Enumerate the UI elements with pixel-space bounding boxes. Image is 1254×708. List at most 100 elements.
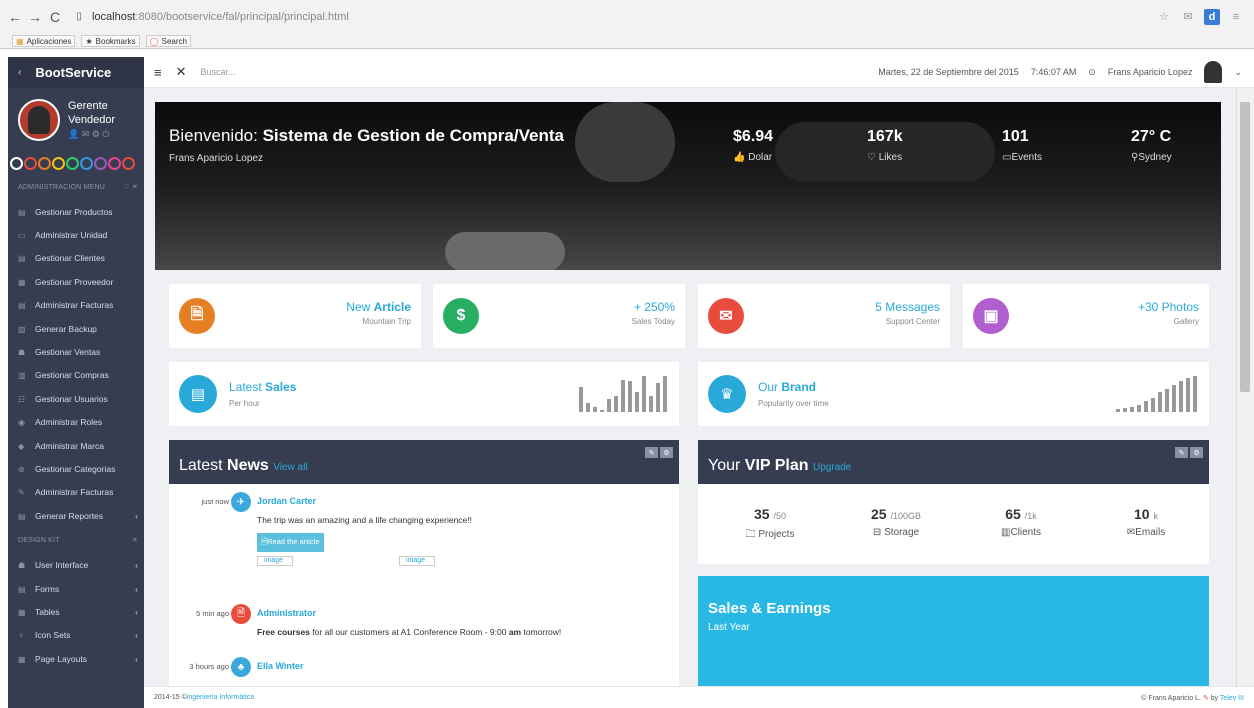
theme-color-circle[interactable] <box>80 156 93 170</box>
chevron-left-icon[interactable]: ‹ <box>18 67 21 78</box>
sidebar-item[interactable]: ☗ Gestionar Ventas <box>8 340 144 363</box>
card-new-article[interactable]: 🗎 New Article Mountain Trip <box>169 284 421 348</box>
chevron-left-icon: ‹ <box>135 653 138 664</box>
sidebar-item[interactable]: ▤ Forms ‹ <box>8 577 144 600</box>
upgrade-link[interactable]: Upgrade <box>813 462 851 473</box>
heart-icon: ♡ <box>867 152 876 163</box>
reload-icon[interactable]: C <box>48 9 62 25</box>
theme-color-circle[interactable] <box>94 156 107 170</box>
sidebar-item[interactable]: ▧ Generar Backup <box>8 317 144 340</box>
bar <box>1179 381 1183 412</box>
sidebar-item[interactable]: ▤ Administrar Facturas <box>8 294 144 317</box>
sidebar-item[interactable]: ▥ Gestionar Compras <box>8 364 144 387</box>
avatar[interactable] <box>18 99 60 141</box>
sidebar-item[interactable]: ♆ Icon Sets ‹ <box>8 624 144 647</box>
bar <box>1137 404 1141 412</box>
news-author[interactable]: Administrator <box>257 608 316 618</box>
bookmark-apps[interactable]: ▦ Aplicaciones <box>12 35 76 47</box>
widget-latest-sales[interactable]: ▤ Latest Sales Per hour <box>169 362 679 426</box>
bookmark-search[interactable]: ◯ Search <box>145 35 191 47</box>
theme-color-circle[interactable] <box>10 156 23 170</box>
card-sales-today[interactable]: $ + 250% Sales Today <box>433 284 685 348</box>
menu-item-icon: ▧ <box>18 324 26 334</box>
search-input[interactable]: Buscar... <box>201 67 236 77</box>
sidebar-item[interactable]: ☗ User Interface ‹ <box>8 553 144 576</box>
scrollbar-thumb[interactable] <box>1240 102 1250 392</box>
news-author[interactable]: Ella Winter <box>257 661 303 671</box>
tools-icon[interactable]: ✕ <box>132 536 138 544</box>
widget-our-brand[interactable]: ♛ Our Brand Popularity over time <box>698 362 1209 426</box>
card-messages[interactable]: ✉ 5 Messages Support Center <box>698 284 950 348</box>
menu-item-icon: ▤ <box>18 584 26 594</box>
envelope-icon: ✉ <box>1126 527 1136 538</box>
bar <box>1130 406 1134 412</box>
theme-color-circle[interactable] <box>108 156 121 170</box>
edit-icon[interactable]: ✎ <box>645 447 658 458</box>
role-1: Gerente <box>68 100 108 112</box>
scrollbar[interactable] <box>1236 88 1254 686</box>
news-author[interactable]: Jordan Carter <box>257 496 316 506</box>
gear-icon[interactable]: ⚙ <box>660 447 673 458</box>
star-icon: ★ <box>85 36 93 46</box>
edit-icon[interactable]: ✎ <box>1175 447 1188 458</box>
back-icon[interactable]: ← <box>8 9 22 25</box>
hdd-icon: ⊟ <box>872 527 882 538</box>
forward-icon[interactable]: → <box>28 9 42 25</box>
user-avatar-icon[interactable] <box>1204 61 1223 83</box>
tools-icon[interactable]: ♡ ✕ <box>123 183 138 191</box>
briefcase-icon: ▤ <box>179 375 217 413</box>
bookmark-bookmarks[interactable]: ★ Bookmarks <box>81 35 140 47</box>
vip-panel-body: 35 /50 🗀 Projects 25 /100GB ⊟ Storage 65 /… <box>698 484 1209 564</box>
sidebar-item[interactable]: ▦ Page Layouts ‹ <box>8 647 144 670</box>
sales-earnings-panel: Sales & Earnings Last Year <box>698 576 1209 686</box>
sidebar-item[interactable]: ✎ Administrar Facturas <box>8 481 144 504</box>
read-article-button[interactable]: 🗎Read the article <box>257 533 324 552</box>
sidebar-item[interactable]: ◉ Administrar Roles <box>8 411 144 434</box>
profile-actions[interactable]: 👤 ✉ ⚙ ⏻ <box>68 127 115 141</box>
sidebar-item[interactable]: ◆ Administrar Marca <box>8 434 144 457</box>
brand[interactable]: ‹ BootService <box>8 57 144 88</box>
card-photos[interactable]: ▣ +30 Photos Gallery <box>963 284 1209 348</box>
theme-color-circle[interactable] <box>52 156 65 170</box>
sidebar-item[interactable]: ▤ Gestionar Productos <box>8 200 144 223</box>
chevron-left-icon: ‹ <box>135 560 138 571</box>
admin-section-title: ADMINISTRACION MENU ♡ ✕ <box>18 183 138 192</box>
user-name[interactable]: Frans Aparicio Lopez <box>1108 67 1193 77</box>
dollar-icon: $ <box>443 298 479 334</box>
url-path: :8080/bootservice/fal/principal/principa… <box>135 10 349 23</box>
document-icon: 🗎 <box>231 604 251 624</box>
sidebar-item[interactable]: ▭ Administrar Unidad <box>8 223 144 246</box>
address-bar[interactable]: ▯ localhost:8080/bootservice/fal/princip… <box>72 5 1156 29</box>
star-icon[interactable]: ☆ <box>1156 9 1172 25</box>
gear-icon[interactable]: ⚙ <box>1190 447 1203 458</box>
sidebar-item[interactable]: ▦ Gestionar Proveedor <box>8 270 144 293</box>
bar <box>1123 407 1127 412</box>
chevron-left-icon: ‹ <box>135 510 138 521</box>
bar <box>1158 392 1162 412</box>
sidebar-item[interactable]: ▤ Generar Reportes ‹ <box>8 504 144 527</box>
theme-color-circle[interactable] <box>122 156 135 170</box>
footer-link[interactable]: ingeniería Informática <box>187 694 254 701</box>
extension-d-icon[interactable]: d <box>1204 8 1220 25</box>
sidebar-item[interactable]: ▦ Tables ‹ <box>8 600 144 623</box>
sidebar-item[interactable]: ☷ Gestionar Usuarios <box>8 387 144 410</box>
chevron-down-icon[interactable]: ⌄ <box>1234 67 1242 78</box>
mail-icon[interactable]: ✉ <box>1180 9 1196 25</box>
theme-color-circle[interactable] <box>66 156 79 170</box>
theme-color-circle[interactable] <box>38 156 51 170</box>
tools-icon[interactable]: ✕ <box>176 64 187 80</box>
menu-item-icon: ☗ <box>18 561 26 571</box>
news-image: image <box>257 556 293 566</box>
vip-stat-clients: 65 /1k ▥Clients <box>1000 506 1042 538</box>
view-all-link[interactable]: View all <box>273 462 307 473</box>
hero-stat-events: 101 ▭Events <box>1002 128 1043 163</box>
sidebar-item[interactable]: ⊛ Gestionar Categorias <box>8 457 144 480</box>
bar <box>600 410 604 412</box>
hamburger-icon[interactable]: ≡ <box>154 65 162 80</box>
clock-icon[interactable]: ⊙ <box>1088 67 1096 78</box>
theme-color-circle[interactable] <box>24 156 37 170</box>
sales-bar-chart <box>579 376 667 412</box>
author-link[interactable]: Telev III <box>1220 695 1244 702</box>
menu-icon[interactable]: ≡ <box>1228 9 1244 25</box>
sidebar-item[interactable]: ▤ Gestionar Clientes <box>8 247 144 270</box>
